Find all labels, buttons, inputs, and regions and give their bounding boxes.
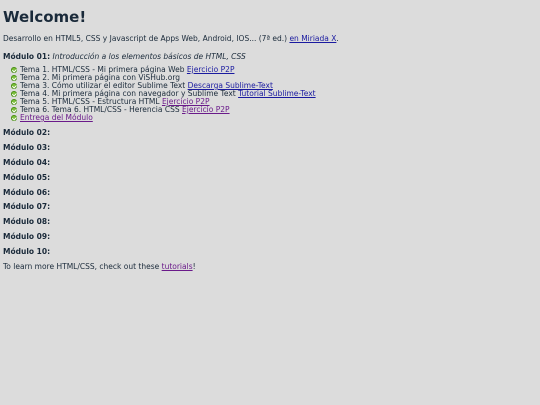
module-06-heading: Módulo 06:: [3, 187, 51, 197]
topic-item: Entrega del Módulo: [11, 114, 537, 122]
check-bullet-icon: [11, 83, 17, 89]
page: Welcome! Desarrollo en HTML5, CSS y Java…: [0, 0, 540, 272]
intro-end: .: [336, 34, 339, 43]
check-bullet-icon: [11, 115, 17, 121]
module-05-heading: Módulo 05:: [3, 172, 51, 182]
footer-end: !: [192, 262, 196, 272]
miriada-link[interactable]: en Miriada X: [289, 34, 336, 43]
topic-link[interactable]: Tutorial Sublime-Text: [238, 89, 316, 98]
module-03-heading: Módulo 03:: [3, 142, 51, 152]
footer-paragraph: To learn more HTML/CSS, check out these …: [3, 262, 537, 272]
topic-link[interactable]: Ejercicio P2P: [182, 105, 230, 114]
footer-text: To learn more HTML/CSS, check out these: [3, 262, 162, 272]
module-submission-link[interactable]: Entrega del Módulo: [20, 113, 93, 122]
tutorials-link[interactable]: tutorials: [162, 262, 193, 271]
module-01-topic-list: Tema 1. HTML/CSS - Mi primera página Web…: [3, 66, 537, 122]
intro-text: Desarrollo en HTML5, CSS y Javascript de…: [3, 34, 290, 43]
check-bullet-icon: [11, 91, 17, 97]
module-01-description: Introducción a los elementos básicos de …: [52, 51, 246, 61]
page-title: Welcome!: [3, 8, 87, 26]
check-bullet-icon: [11, 99, 17, 105]
topic-link[interactable]: Ejercicio P2P: [187, 65, 235, 74]
module-02-heading: Módulo 02:: [3, 128, 51, 137]
module-10-heading: Módulo 10:: [3, 247, 51, 257]
check-bullet-icon: [11, 75, 17, 81]
module-01-heading: Módulo 01: Introducción a los elementos …: [3, 51, 537, 62]
check-bullet-icon: [11, 67, 17, 73]
intro-paragraph: Desarrollo en HTML5, CSS y Javascript de…: [3, 34, 537, 44]
check-bullet-icon: [11, 107, 17, 113]
module-08-heading: Módulo 08:: [3, 217, 51, 227]
module-07-heading: Módulo 07:: [3, 202, 51, 212]
module-01-label: Módulo 01:: [3, 51, 51, 61]
module-04-heading: Módulo 04:: [3, 157, 51, 167]
module-09-heading: Módulo 09:: [3, 232, 51, 242]
